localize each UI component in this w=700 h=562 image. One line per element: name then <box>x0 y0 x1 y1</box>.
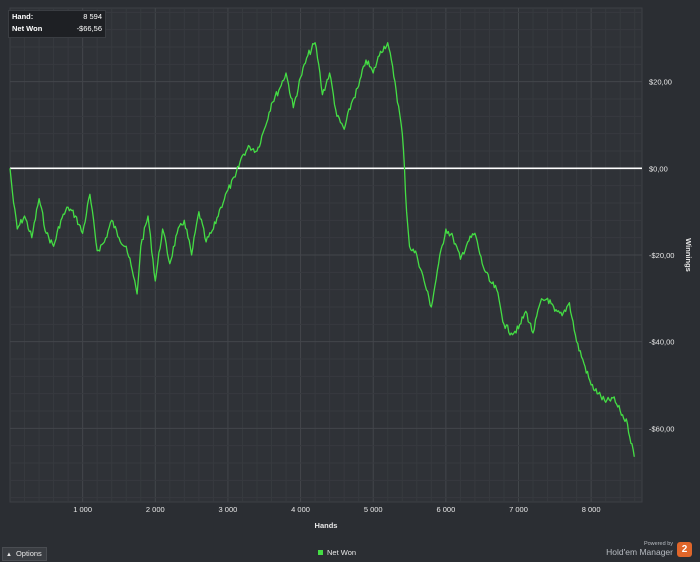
x-tick-label: 1 000 <box>73 505 92 514</box>
legend: Net Won <box>318 548 356 557</box>
caret-up-icon: ▲ <box>6 552 12 558</box>
info-hand-row: Hand: 8 594 <box>9 11 105 23</box>
legend-swatch <box>318 550 323 555</box>
y-axis-label: Winnings <box>684 238 693 272</box>
branding: Powered by Hold'em Manager 2 <box>606 541 692 558</box>
product-name: Hold'em Manager <box>606 547 673 557</box>
hover-info-box: Hand: 8 594 Net Won -$66,56 <box>8 10 106 38</box>
info-netwon-label: Net Won <box>12 24 43 33</box>
x-tick-label: 7 000 <box>509 505 528 514</box>
hem-logo-icon: 2 <box>677 542 692 557</box>
x-tick-label: 3 000 <box>219 505 238 514</box>
chart-svg: 1 000 2 000 3 000 4 000 5 000 6 000 7 000 8 000… <box>9 7 693 530</box>
x-tick-label: 2 000 <box>146 505 165 514</box>
options-label: Options <box>15 549 42 558</box>
legend-label: Net Won <box>327 548 357 557</box>
y-tick-label: -$20,00 <box>649 251 674 260</box>
options-button[interactable]: ▲ Options <box>2 547 47 561</box>
x-tick-label: 5 000 <box>364 505 383 514</box>
y-tick-label: -$60,00 <box>649 424 674 433</box>
x-tick-label: 8 000 <box>582 505 601 514</box>
y-tick-label: -$40,00 <box>649 338 674 347</box>
info-hand-value: 8 594 <box>83 12 102 21</box>
info-hand-label: Hand: <box>12 12 34 21</box>
info-netwon-row: Net Won -$66,56 <box>9 23 105 35</box>
y-tick-labels: $20,00 $0,00 -$20,00 -$40,00 -$60,00 <box>649 78 674 434</box>
x-axis-label: Hands <box>315 521 338 530</box>
x-tick-label: 6 000 <box>436 505 455 514</box>
x-tick-label: 4 000 <box>291 505 310 514</box>
y-tick-label: $20,00 <box>649 78 672 87</box>
x-tick-labels: 1 000 2 000 3 000 4 000 5 000 6 000 7 000 8 000 <box>73 505 600 514</box>
branding-text: Powered by Hold'em Manager <box>606 541 673 558</box>
y-tick-label: $0,00 <box>649 164 668 173</box>
info-netwon-value: -$66,56 <box>76 24 102 33</box>
